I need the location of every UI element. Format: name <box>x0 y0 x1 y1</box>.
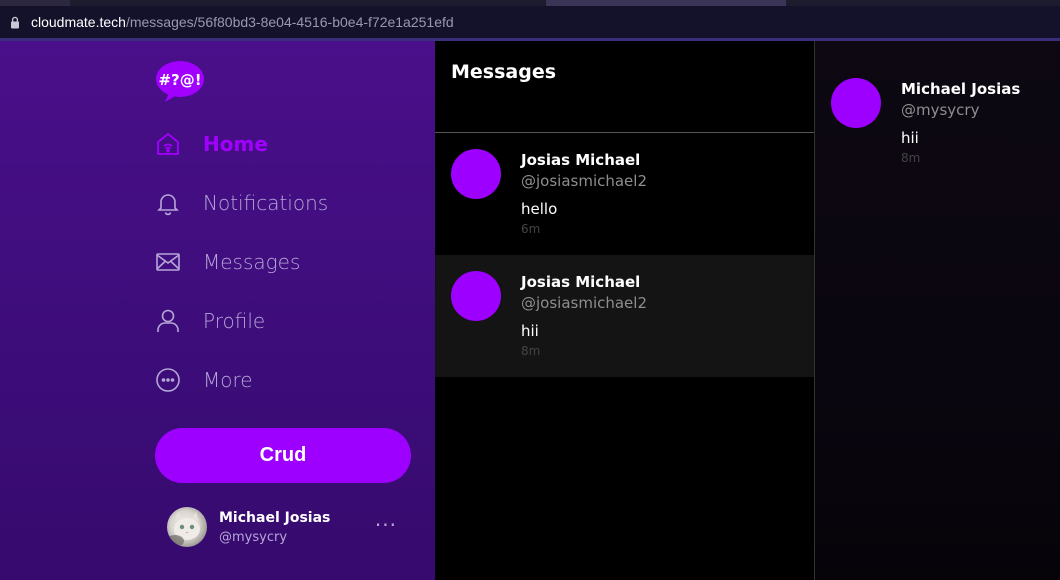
nav-more-label: More <box>203 368 253 392</box>
nav-home-label: Home <box>203 132 268 156</box>
avatar <box>451 149 501 199</box>
nav-home[interactable]: Home <box>155 124 415 164</box>
nav-notifications-label: Notifications <box>203 191 329 215</box>
account-name: Michael Josias <box>219 509 331 526</box>
sender-handle: @mysycry <box>901 101 980 119</box>
nav-profile-label: Profile <box>203 309 266 333</box>
conversation-name: Josias Michael <box>521 151 641 169</box>
nav-notifications[interactable]: Notifications <box>155 183 415 223</box>
messages-list-panel: Messages Josias Michael @josiasmichael2 … <box>435 41 814 580</box>
conversation-name: Josias Michael <box>521 273 641 291</box>
home-icon <box>155 131 181 157</box>
message-detail-panel: Michael Josias @mysycry hii 8m <box>815 41 1060 580</box>
lock-icon <box>10 16 20 29</box>
crud-button[interactable]: Crud <box>155 428 411 483</box>
conversation-time: 8m <box>521 344 541 358</box>
sidebar: #?@! Home Notifications Messages Profile… <box>0 41 435 580</box>
message-text: hii <box>901 129 919 147</box>
chat-bubble-logo-icon[interactable]: #?@! <box>155 59 205 103</box>
user-icon <box>155 308 181 334</box>
more-circle-icon <box>155 367 181 393</box>
avatar <box>167 507 207 547</box>
envelope-icon <box>155 249 181 275</box>
page-title: Messages <box>451 61 557 83</box>
avatar <box>451 271 501 321</box>
more-dots-icon[interactable]: ··· <box>375 513 397 537</box>
url-path[interactable]: /messages/56f80bd3-8e04-4516-b0e4-f72e1a… <box>126 14 454 30</box>
conversation-preview: hello <box>521 200 558 218</box>
conversation-time: 6m <box>521 222 541 236</box>
bell-icon <box>155 190 181 216</box>
url-domain[interactable]: cloudmate.tech <box>31 14 126 30</box>
account-switcher[interactable]: Michael Josias @mysycry ··· <box>167 505 407 549</box>
message-time: 8m <box>901 151 921 165</box>
message-bubble: Michael Josias @mysycry hii 8m <box>901 80 1020 165</box>
svg-text:#?@!: #?@! <box>158 71 201 89</box>
messages-header: Messages <box>435 41 814 133</box>
conversation-preview: hii <box>521 322 539 340</box>
conversation-item-selected[interactable]: Josias Michael @josiasmichael2 hii 8m <box>435 255 814 377</box>
conversation-item[interactable]: Josias Michael @josiasmichael2 hello 6m <box>435 133 814 255</box>
address-bar[interactable]: cloudmate.tech/messages/56f80bd3-8e04-45… <box>0 6 1060 38</box>
nav-messages-label: Messages <box>203 250 301 274</box>
avatar <box>831 78 881 128</box>
account-handle: @mysycry <box>219 529 288 545</box>
nav-messages[interactable]: Messages <box>155 242 415 282</box>
sender-name: Michael Josias <box>901 80 1021 98</box>
conversation-handle: @josiasmichael2 <box>521 294 647 312</box>
nav-profile[interactable]: Profile <box>155 301 415 341</box>
conversation-handle: @josiasmichael2 <box>521 172 647 190</box>
nav-more[interactable]: More <box>155 360 415 400</box>
